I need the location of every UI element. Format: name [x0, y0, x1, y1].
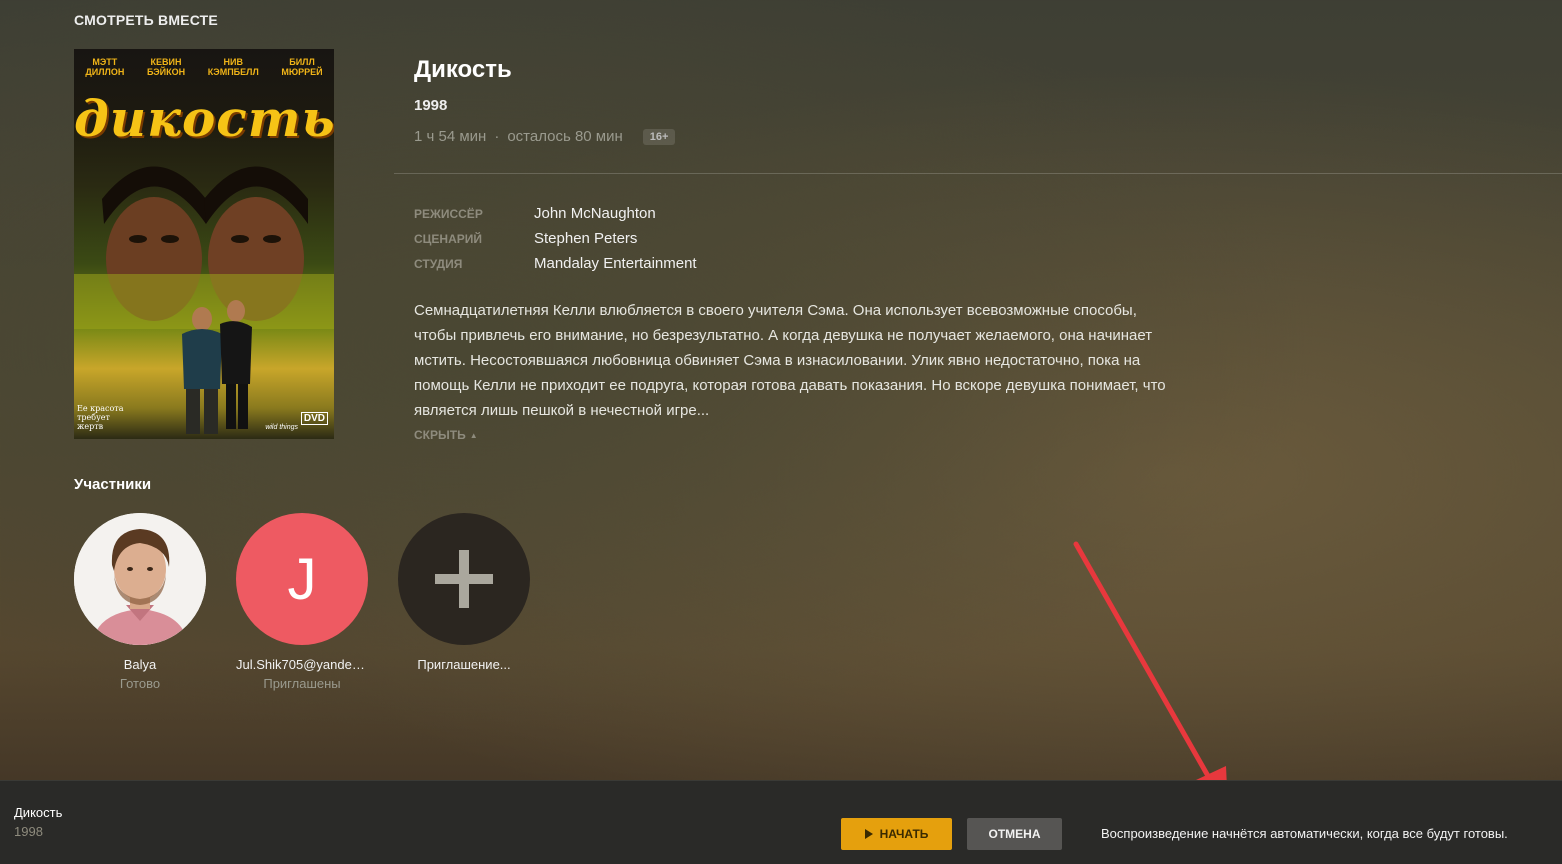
participants-title: Участники — [74, 476, 152, 493]
caret-up-icon: ▲ — [469, 430, 478, 440]
credit-row-studio: Студия Mandalay Entertainment — [414, 251, 697, 276]
invite-participant-button[interactable]: Приглашение... — [398, 513, 530, 676]
movie-poster[interactable]: МЭТТ ДИЛЛОН КЕВИН БЭЙКОН НИВ КЭМПБЕЛЛ БИЛЛ М… — [74, 49, 334, 439]
cancel-button[interactable]: ОТМЕНА — [967, 818, 1062, 850]
collapse-label: СКРЫТЬ — [414, 428, 466, 442]
page-header-title: СМОТРЕТЬ ВМЕСТЕ — [74, 12, 218, 28]
participant-name: Приглашение... — [417, 657, 511, 672]
participant-item[interactable]: Balya Готово — [74, 513, 206, 691]
credits-list: Режиссёр John McNaughton Сценарий Stephe… — [414, 201, 697, 276]
play-icon — [864, 829, 873, 839]
participant-name: Jul.Shik705@yandex... — [236, 657, 368, 672]
credit-value[interactable]: Stephen Peters — [534, 230, 637, 247]
poster-tagline: Ее красота требует жертв — [77, 404, 124, 431]
avatar — [74, 513, 206, 645]
movie-duration: 1 ч 54 мин — [414, 128, 487, 145]
user-photo-icon — [74, 513, 206, 645]
credit-label: Студия — [414, 256, 463, 271]
movie-remaining: осталось 80 мин — [507, 128, 623, 145]
poster-actor: МЭТТ ДИЛЛОН — [85, 57, 125, 77]
poster-actor: НИВ КЭМПБЕЛЛ — [207, 57, 259, 77]
add-icon — [398, 513, 530, 645]
participant-status: Готово — [119, 676, 161, 691]
section-divider — [394, 173, 1562, 174]
credit-row-writer: Сценарий Stephen Peters — [414, 226, 697, 251]
movie-meta: 1 ч 54 мин · осталось 80 мин 16+ — [414, 128, 676, 145]
age-rating-badge: 16+ — [642, 128, 676, 145]
dvd-logo: DVD — [300, 412, 328, 425]
poster-actor: КЕВИН БЭЙКОН — [146, 57, 186, 77]
poster-title: дикость — [74, 89, 334, 148]
avatar: J — [236, 513, 368, 645]
meta-separator: · — [494, 128, 500, 145]
start-button[interactable]: НАЧАТЬ — [841, 818, 952, 850]
avatar-initial: J — [287, 546, 317, 612]
participant-item[interactable]: J Jul.Shik705@yandex... Приглашены — [236, 513, 368, 691]
credit-value[interactable]: Mandalay Entertainment — [534, 255, 697, 272]
credit-value[interactable]: John McNaughton — [534, 205, 656, 222]
credit-label: Режиссёр — [414, 206, 483, 221]
credit-label: Сценарий — [414, 231, 483, 246]
footer-year: 1998 — [14, 824, 43, 839]
movie-year: 1998 — [414, 97, 448, 114]
credit-row-director: Режиссёр John McNaughton — [414, 201, 697, 226]
participant-name: Balya — [123, 657, 157, 672]
movie-title: Дикость — [414, 56, 512, 83]
collapse-summary-button[interactable]: СКРЫТЬ ▲ — [414, 428, 478, 442]
footer-title: Дикость — [14, 805, 63, 820]
movie-summary: Семнадцатилетняя Келли влюбляется в свое… — [414, 302, 1166, 419]
participant-status: Приглашены — [263, 676, 341, 691]
autoplay-info: Воспроизведение начнётся автоматически, … — [1101, 826, 1508, 841]
start-label: НАЧАТЬ — [879, 827, 929, 841]
poster-actors: МЭТТ ДИЛЛОН КЕВИН БЭЙКОН НИВ КЭМПБЕЛЛ БИЛЛ М… — [74, 57, 334, 77]
bottom-bar: Дикость 1998 НАЧАТЬ ОТМЕНА Воспроизведен… — [0, 780, 1562, 864]
poster-actor: БИЛЛ МЮРРЕЙ — [281, 57, 323, 77]
poster-logo: wild things — [265, 424, 298, 431]
